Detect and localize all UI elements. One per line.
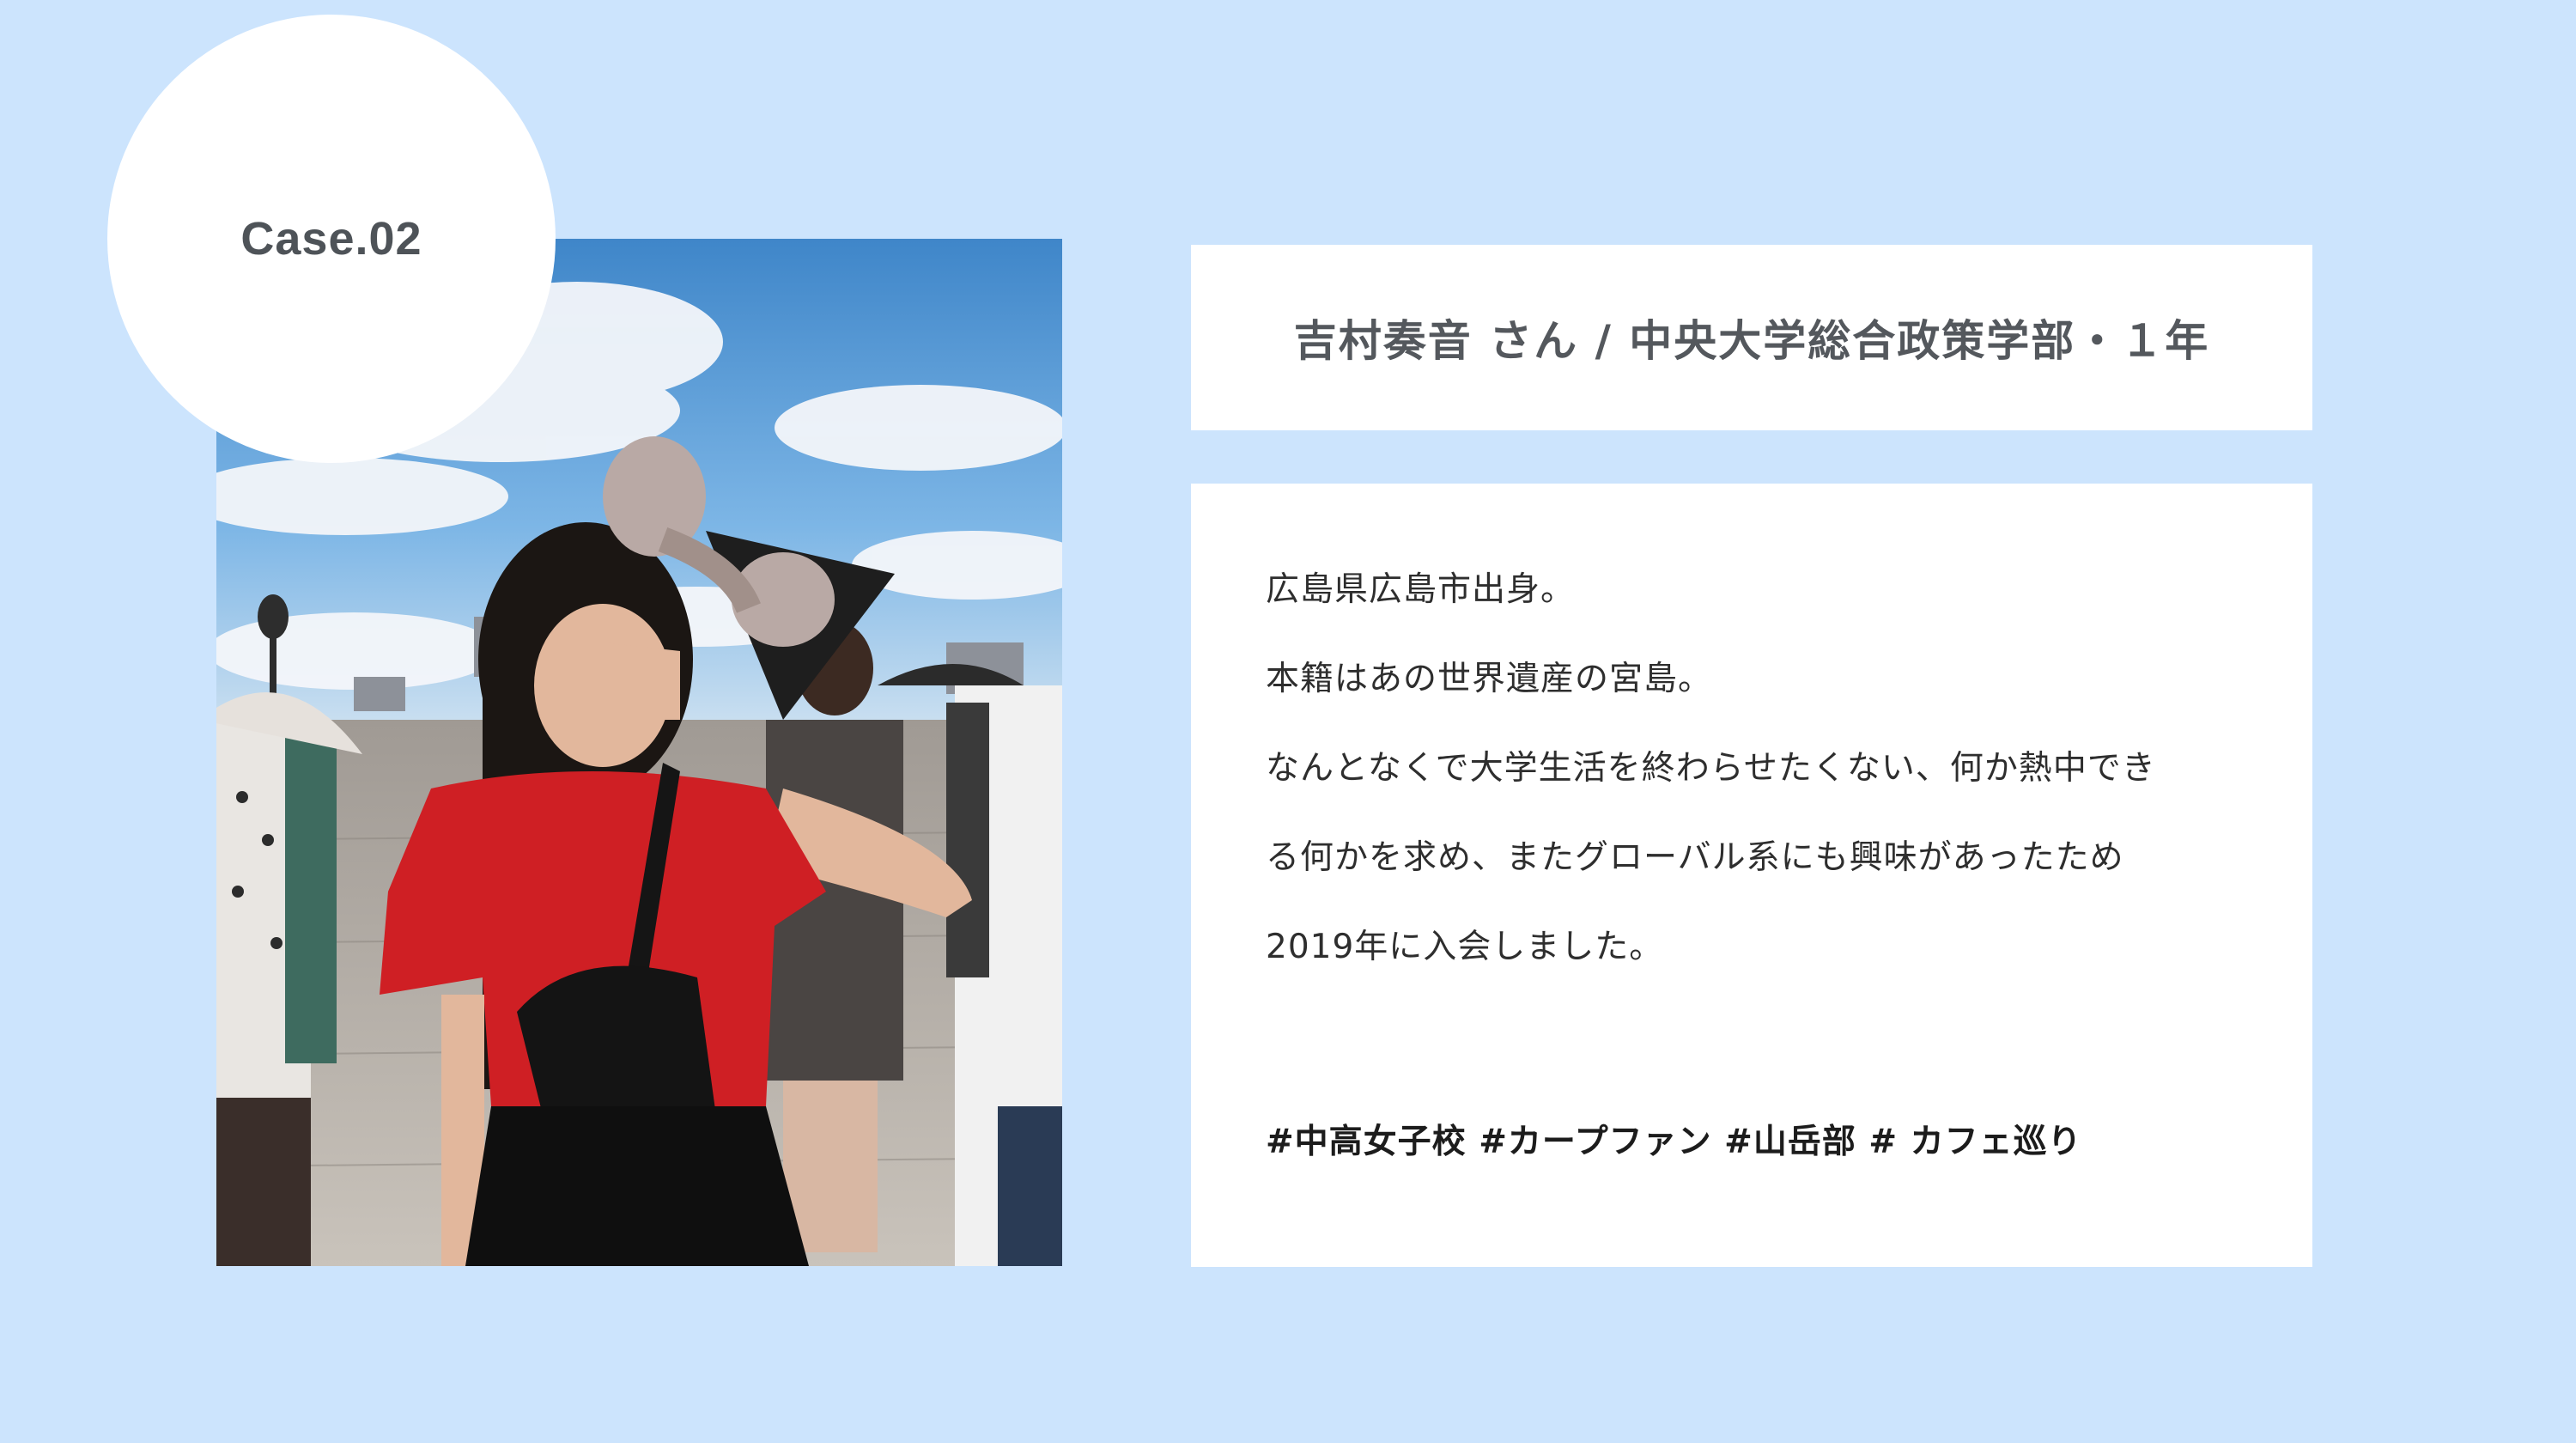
case-badge: Case.02 (107, 15, 556, 463)
profile-heading: 吉村奏音 さん / 中央大学総合政策学部・１年 (1293, 316, 2210, 366)
case-label: Case.02 (240, 213, 422, 265)
name-card: 吉村奏音 さん / 中央大学総合政策学部・１年 (1191, 245, 2312, 430)
bio-text: 広島県広島市出身。 本籍はあの世界遺産の宮島。 なんとなくで大学生活を終わらせた… (1266, 568, 2262, 1014)
hashtags: #中高女子校 #カープファン #山岳部 # カフェ巡り (1266, 1123, 2082, 1161)
bio-line: 本籍はあの世界遺産の宮島。 (1266, 660, 1713, 698)
bio-line: 広島県広島市出身。 (1266, 570, 1576, 609)
bio-card: 広島県広島市出身。 本籍はあの世界遺産の宮島。 なんとなくで大学生活を終わらせた… (1191, 484, 2312, 1267)
bio-line: る何かを求め、またグローバル系にも興味があったため (1266, 838, 2124, 877)
bio-line: 2019年に入会しました。 (1266, 928, 1664, 966)
bio-line: なんとなくで大学生活を終わらせたくない、何か熱中でき (1266, 749, 2156, 788)
